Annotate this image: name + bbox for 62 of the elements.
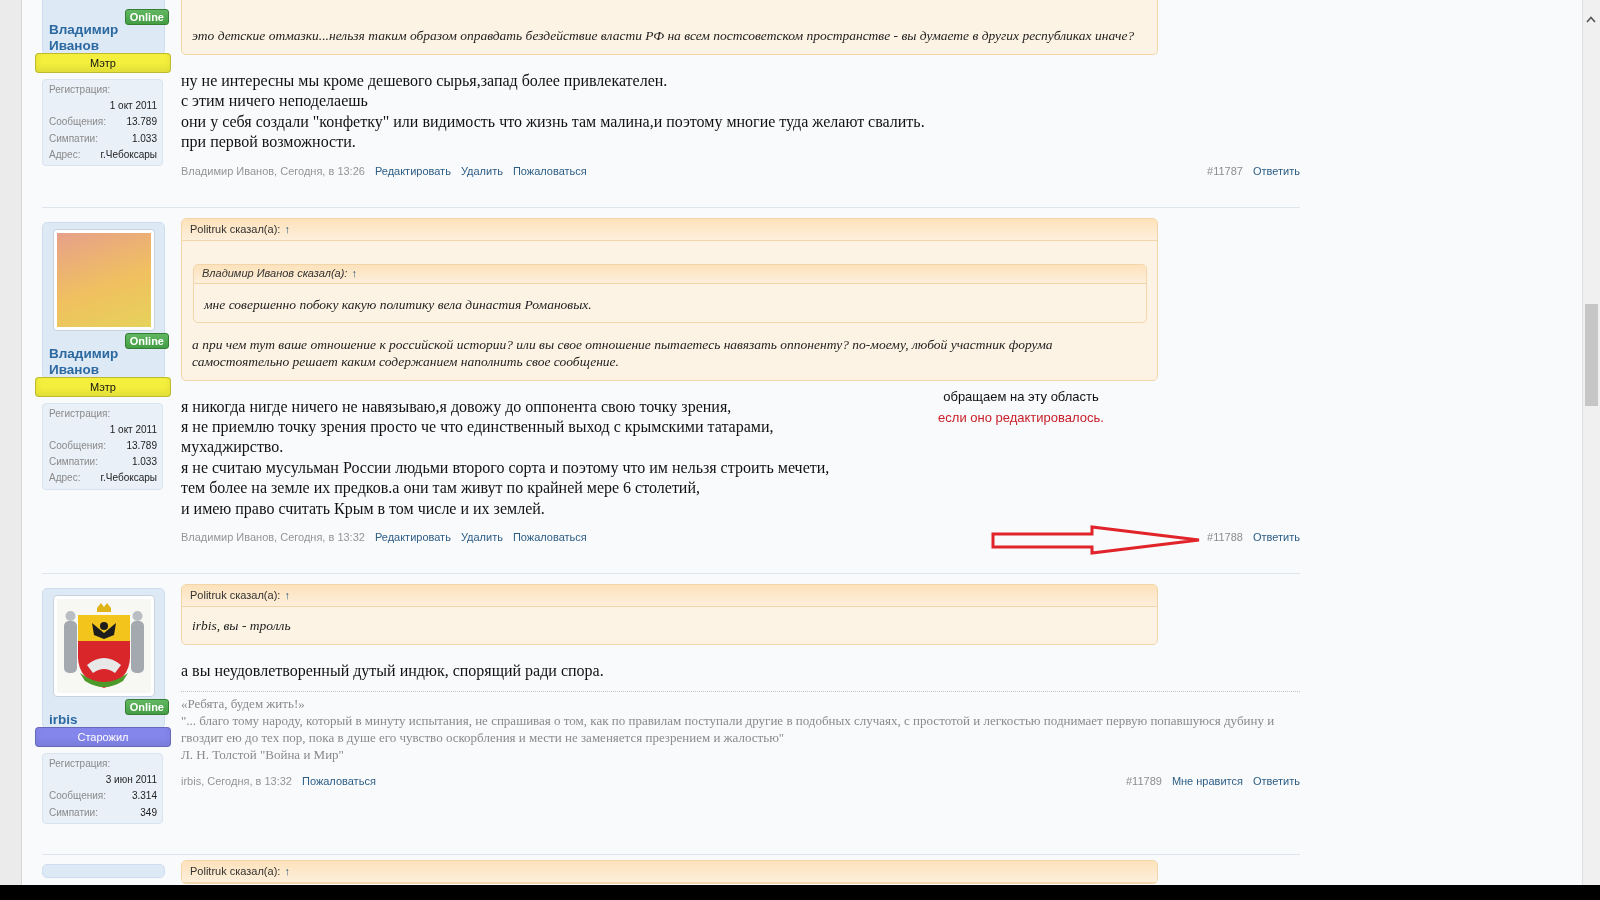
info-value: 3.314 [131, 789, 157, 804]
post-action-link[interactable]: Удалить [460, 529, 503, 546]
info-value: 1.033 [131, 131, 157, 146]
annotation-text: если оно редактировалось. [938, 408, 1104, 427]
info-label: Регистрация: [49, 757, 112, 772]
post-action-link[interactable]: Пожаловаться [512, 529, 587, 546]
post-action-link[interactable]: Ответить [1252, 162, 1300, 179]
quote-text: мне совершенно побоку какую политику вела династия Романовых. [204, 295, 593, 313]
rank-badge: Мэтр [35, 53, 171, 73]
scrollbar-thumb[interactable] [1585, 304, 1598, 406]
post-action-link[interactable]: Ответить [1252, 773, 1300, 790]
quote-attribution: Politruk сказал(а): [190, 864, 281, 878]
rank-badge: Мэтр [35, 376, 171, 397]
rank-badge: Старожил [35, 727, 171, 748]
info-value: 1 окт 2011 [109, 422, 157, 437]
post-meta: Владимир Иванов, Сегодня, в 13:26 [181, 163, 365, 179]
quote-attribution: Politruk сказал(а): [190, 222, 281, 236]
post-action-link[interactable]: Пожаловаться [302, 773, 376, 790]
info-value: 349 [140, 805, 157, 820]
info-value: г.Чебоксары [100, 147, 157, 162]
post-action-link[interactable]: Редактировать [374, 162, 451, 179]
info-label: Регистрация: [49, 83, 112, 97]
post-action-link[interactable]: Пожаловаться [512, 162, 587, 179]
online-badge: Online [124, 9, 169, 25]
info-label: Симпатии: [49, 805, 98, 820]
jump-to-quote-link[interactable]: ↑ [284, 589, 290, 603]
info-label: Адрес: [49, 471, 81, 486]
annotation-text: обращаем на эту область [943, 387, 1099, 406]
info-value: 1 окт 2011 [109, 99, 157, 114]
post-message: ну не интересны мы кроме дешевого сырья,запад более привлекателен. с этим ничего неподелаешь они у себя создали "конфетку" или видимость что жизнь там малина,и поэтому многие туда желают свалить. при первой возможности. [181, 71, 925, 153]
online-badge: Online [124, 699, 169, 716]
quote-attribution: Politruk сказал(а): [190, 589, 281, 603]
post-meta: Владимир Иванов, Сегодня, в 13:32 [181, 530, 365, 546]
info-label: Сообщения: [49, 115, 107, 130]
quote-text: это детские отмазки...нельзя таким образом оправдать бездействие власти РФ на всем постсоветском пространстве - вы думаете в других республиках иначе? [192, 27, 1136, 44]
quote-text: а при чем тут ваше отношение к российской истории? или вы свое отношение пытаетесь навязать оппоненту? по-моему, любой участник форума самостоятельно решает каким содержанием наполнить свое сообщение. [192, 335, 1054, 370]
jump-to-quote-link[interactable]: ↑ [284, 222, 290, 236]
username-link[interactable]: Владимир Иванов [43, 22, 164, 54]
info-label: Сообщения: [49, 789, 107, 804]
jump-to-quote-link[interactable]: ↑ [351, 267, 357, 281]
jump-to-quote-link[interactable]: ↑ [284, 864, 290, 878]
post-action-link[interactable]: Мне нравится [1171, 773, 1243, 790]
post-action-link[interactable]: Удалить [460, 162, 503, 179]
info-label: Сообщения: [49, 439, 107, 454]
post-message: я никогда нигде ничего не навязываю,я довожу до оппонента свою точку зрения, я не приемлю точку зрения просто че что единственный выход с крымскими татарами, мухаджирство. я не считаю мусульман России людьми второго сорта и поэтому что им нельзя строить мечети, тем более на земле их предков.а они там живут по крайней мере 6 столетий, и имею право считать Крым в том числе и их землей. [181, 396, 830, 520]
post-action-link[interactable]: Редактировать [374, 529, 451, 546]
info-value: 13.789 [126, 439, 157, 454]
info-label: Адрес: [49, 147, 81, 162]
quote-text: irbis, вы - тролль [192, 617, 292, 635]
info-label: Симпатии: [49, 455, 98, 470]
online-badge: Online [124, 332, 169, 349]
post-message: а вы неудовлетворенный дутый индюк, спорящий ради спора. [181, 661, 604, 682]
signature-text: «Ребята, будем жить!» "... благо тому народу, который в минуту испытания, не спрашивая о том, как по правилам поступали другие в подобных случаях, с простотой и легкостью поднимает первую попавшуюся дубину и гвоздит ею до тех пор, пока в душе его чувство оскорбления и мести не заменяется презрением и жалостью" Л. Н. Толстой "Война и Мир" [181, 691, 1300, 764]
info-value: 1.033 [131, 455, 157, 470]
quote-attribution: Владимир Иванов сказал(а): [202, 267, 348, 281]
post-action-link[interactable]: Ответить [1252, 529, 1300, 546]
info-value: 3 июн 2011 [105, 773, 157, 788]
post-meta: irbis, Сегодня, в 13:32 [181, 774, 292, 790]
info-value: г.Чебоксары [100, 471, 157, 486]
info-value: 13.789 [126, 115, 157, 130]
info-label: Симпатии: [49, 131, 98, 146]
info-label: Регистрация: [49, 406, 112, 421]
